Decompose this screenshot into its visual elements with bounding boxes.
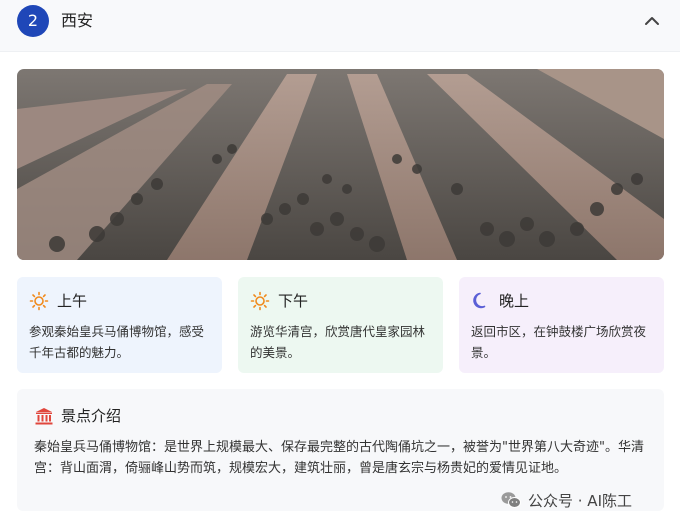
schedule-period-label: 下午 (278, 292, 309, 310)
schedule-card-afternoon: 下午 游览华清宫，欣赏唐代皇家园林的美景。 (238, 277, 443, 373)
schedule-card-evening: 晚上 返回市区，在钟鼓楼广场欣赏夜景。 (459, 277, 664, 373)
day-number-badge: 2 (17, 5, 49, 37)
landmark-icon (35, 408, 53, 425)
watermark: 公众号 · AI陈工 (500, 488, 632, 512)
watermark-text: 公众号 · AI陈工 (528, 491, 632, 510)
terracotta-warriors-image (17, 69, 664, 260)
sun-icon (29, 291, 49, 311)
schedule-description: 参观秦始皇兵马俑博物馆，感受千年古都的魅力。 (29, 324, 205, 360)
wechat-icon (501, 492, 521, 508)
intro-description: 秦始皇兵马俑博物馆：是世界上规模最大、保存最完整的古代陶俑坑之一，被誉为"世界第… (34, 440, 644, 476)
sun-icon (250, 291, 270, 311)
day-header[interactable]: 2 西安 (0, 0, 680, 52)
schedule-period-label: 晚上 (499, 292, 530, 310)
moon-icon (473, 292, 486, 309)
schedule-card-morning: 上午 参观秦始皇兵马俑博物馆，感受千年古都的魅力。 (17, 277, 222, 373)
chevron-up-icon[interactable] (643, 12, 661, 30)
attraction-photo (17, 69, 664, 260)
schedule-period-label: 上午 (57, 292, 88, 310)
schedule-description: 返回市区，在钟鼓楼广场欣赏夜景。 (471, 324, 647, 360)
city-title: 西安 (61, 11, 94, 30)
intro-title: 景点介绍 (61, 407, 122, 425)
schedule-description: 游览华清宫，欣赏唐代皇家园林的美景。 (250, 324, 426, 360)
